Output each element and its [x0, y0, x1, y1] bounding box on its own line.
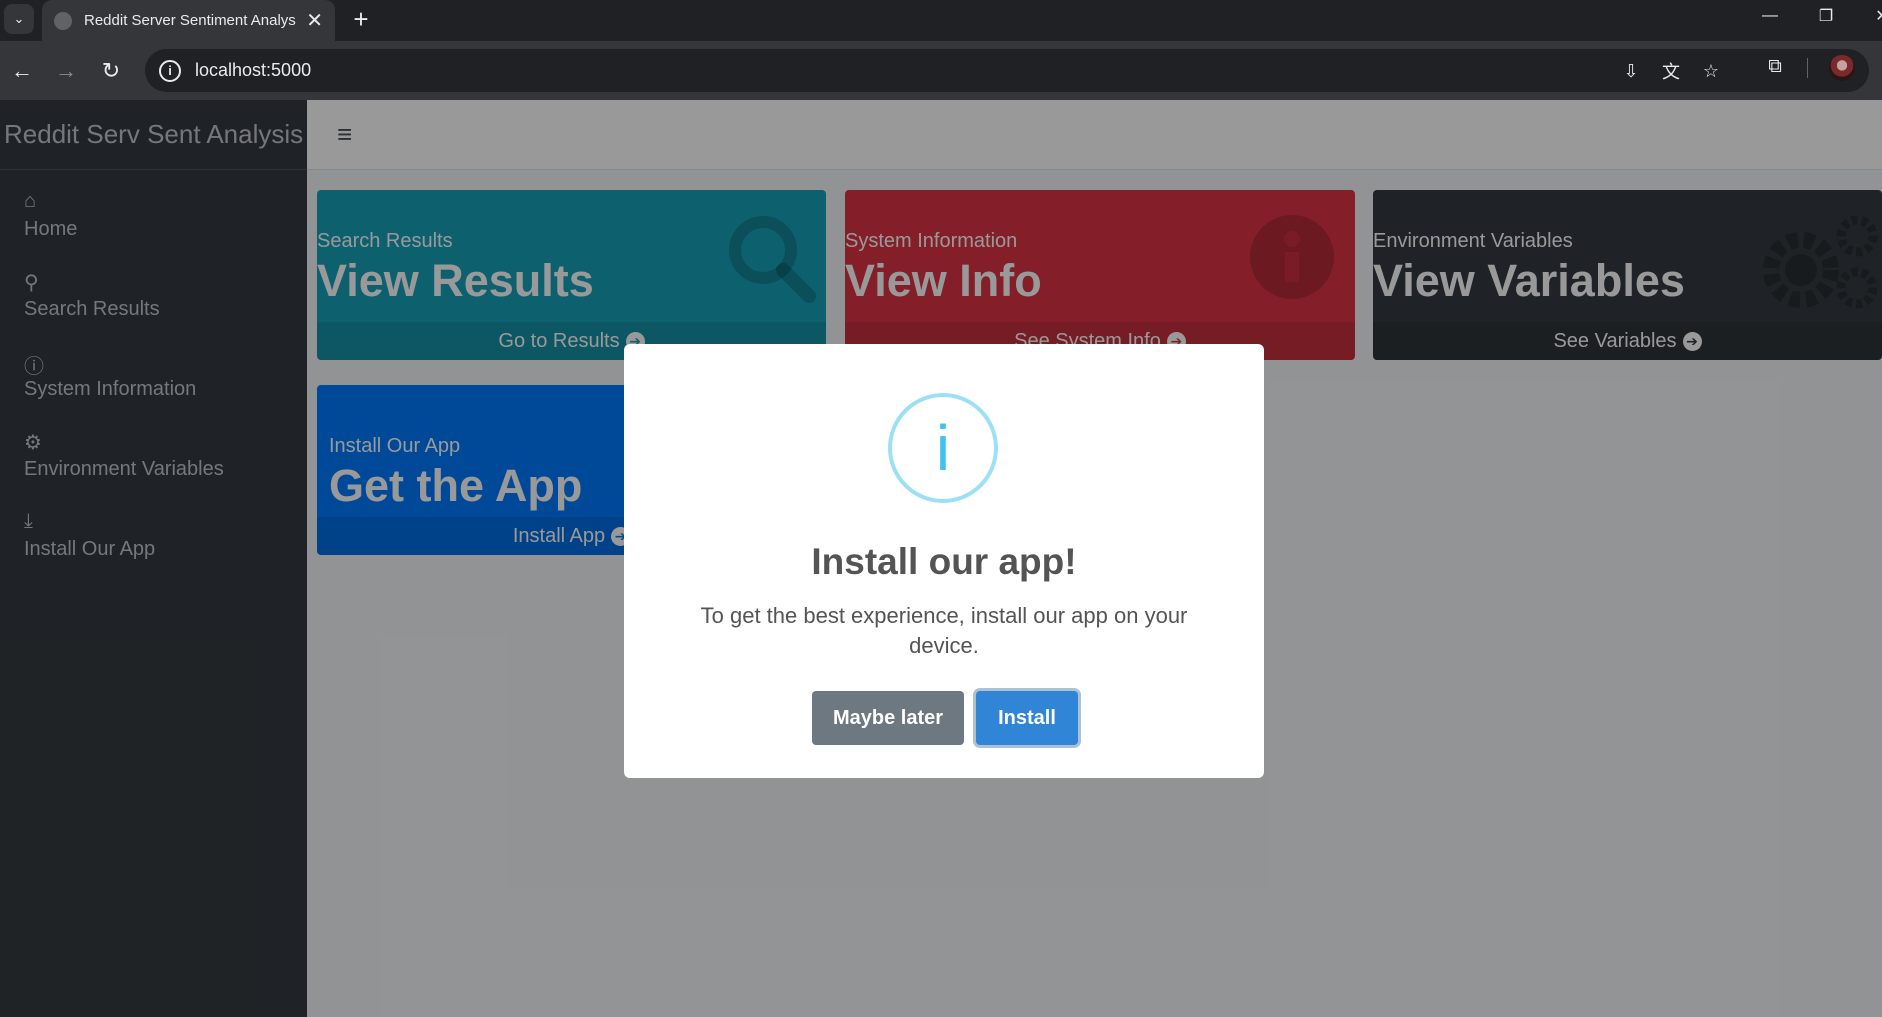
site-info-icon[interactable]: i [159, 59, 181, 82]
restore-icon[interactable]: ❐ [1804, 0, 1848, 32]
install-app-icon[interactable]: ⇩ [1619, 59, 1643, 83]
address-bar[interactable]: i localhost:5000 ⇩ 文 ☆ [145, 49, 1869, 92]
tab-search-button[interactable]: ⌄ [4, 4, 34, 34]
info-icon: i [888, 393, 998, 503]
globe-icon [54, 11, 72, 30]
maybe-later-button[interactable]: Maybe later [812, 691, 964, 745]
toolbar-divider [1807, 58, 1808, 78]
tab-title: Reddit Server Sentiment Analys [84, 12, 296, 29]
dialog-title: Install our app! [811, 541, 1077, 582]
url-text: localhost:5000 [195, 60, 312, 80]
chevron-down-icon: ⌄ [13, 11, 25, 26]
close-window-icon[interactable]: ✕ [1860, 0, 1882, 32]
minimize-icon[interactable]: — [1748, 0, 1792, 32]
profile-avatar[interactable] [1829, 55, 1855, 81]
new-tab-button[interactable]: + [346, 4, 376, 34]
browser-toolbar: ← → ↻ i localhost:5000 ⇩ 文 ☆ [0, 41, 1882, 100]
forward-icon[interactable]: → [50, 55, 82, 87]
close-tab-icon[interactable]: ✕ [306, 8, 323, 33]
bookmark-star-icon[interactable]: ☆ [1699, 59, 1723, 83]
back-icon[interactable]: ← [6, 55, 38, 87]
dialog-message: To get the best experience, install our … [700, 603, 1188, 658]
tab-strip: ⌄ Reddit Server Sentiment Analys ✕ + — ❐… [0, 0, 1882, 41]
extensions-icon[interactable]: ⧉ [1762, 54, 1788, 80]
reload-icon[interactable]: ↻ [95, 55, 127, 87]
install-app-dialog: i Install our app! To get the best exper… [624, 344, 1264, 778]
browser-tab[interactable]: Reddit Server Sentiment Analys ✕ [42, 0, 335, 41]
install-button[interactable]: Install [976, 691, 1078, 745]
translate-icon[interactable]: 文 [1659, 59, 1683, 83]
